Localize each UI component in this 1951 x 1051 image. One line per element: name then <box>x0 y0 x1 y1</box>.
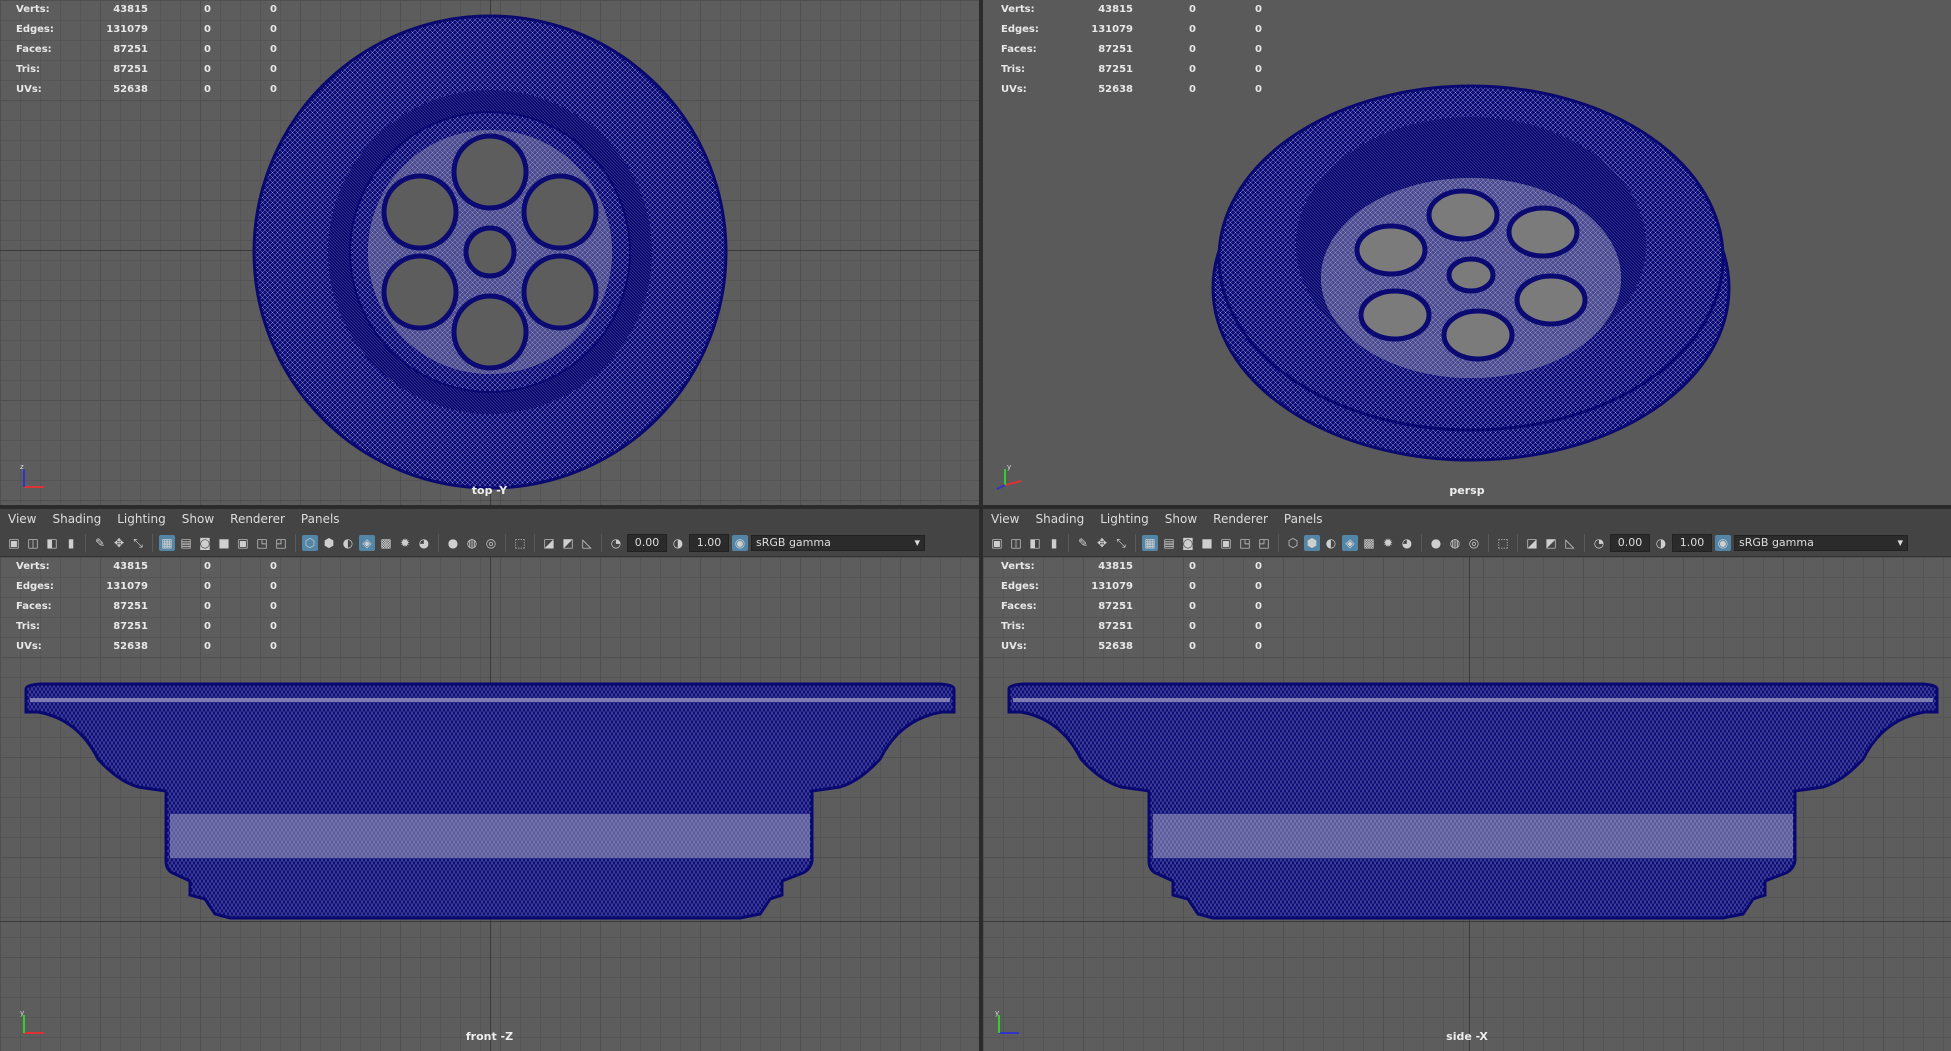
viewport-persp[interactable]: Verts: 43815 0 0 Edges: 131079 0 0 Faces: 87251… <box>983 0 1951 505</box>
viewport-top[interactable]: Verts: 43815 0 0 Edges: 131079 0 0 Faces: 87251… <box>0 0 979 505</box>
svg-text:z: z <box>20 463 24 471</box>
poly-stats: Verts: 43815 0 0 Edges: 131079 0 0 Faces: 87251… <box>16 561 277 652</box>
camera-label: persp <box>1449 484 1485 497</box>
viewport-side[interactable]: View Shading Lighting Show Renderer Pane… <box>983 509 1951 1051</box>
camera-label: front -Z <box>465 1030 514 1043</box>
svg-text:y: y <box>1007 463 1011 471</box>
poly-stats: Verts: 43815 0 0 Edges: 131079 0 0 Faces: 87251… <box>16 4 277 95</box>
camera-label: side -X <box>1446 1030 1488 1043</box>
svg-text:y: y <box>20 1009 24 1017</box>
poly-stats: Verts: 43815 0 0 Edges: 131079 0 0 Faces: 87251… <box>1001 561 1262 652</box>
viewport-front[interactable]: View Shading Lighting Show Renderer Pane… <box>0 509 979 1051</box>
camera-label: top -Y <box>471 484 508 497</box>
poly-stats: Verts: 43815 0 0 Edges: 131079 0 0 Faces: 87251… <box>1001 4 1262 95</box>
svg-text:y: y <box>995 1009 999 1017</box>
